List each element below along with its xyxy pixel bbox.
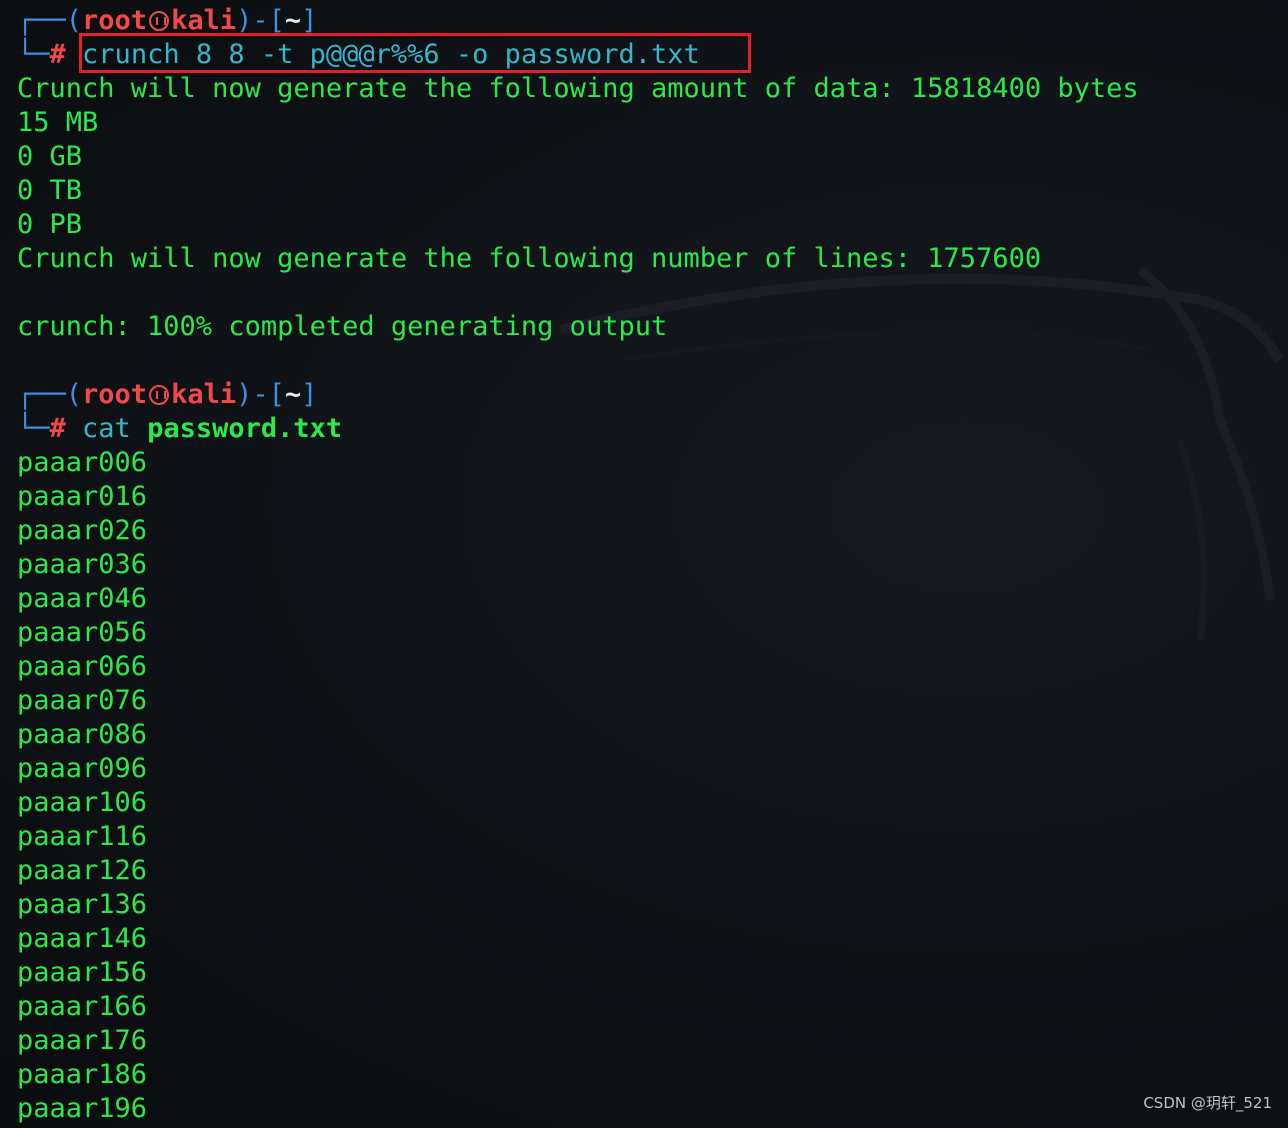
- password-line: paaar196: [17, 1093, 148, 1124]
- password-line: paaar086: [17, 719, 148, 750]
- password-line: paaar026: [17, 515, 148, 546]
- password-line: paaar096: [17, 753, 148, 784]
- prompt-user: root: [82, 379, 148, 410]
- csdn-watermark: CSDN @玥轩_521: [1143, 1094, 1272, 1112]
- prompt-corner: └─: [17, 413, 50, 444]
- terminal-content: ┌──(root kali)-[~] └─# crunch 8 8 -t p@@@…: [17, 4, 1288, 1126]
- prompt-bracket: ┌──(: [17, 5, 83, 36]
- password-line: paaar006: [17, 447, 148, 478]
- prompt-hash: #: [49, 413, 66, 444]
- prompt-host: kali: [171, 5, 237, 36]
- prompt-host: kali: [171, 379, 237, 410]
- password-line: paaar046: [17, 583, 148, 614]
- output-line: 0 GB: [17, 141, 83, 172]
- prompt-bracket: )-[: [236, 379, 285, 410]
- output-line: 0 TB: [17, 175, 83, 206]
- output-line: 0 PB: [17, 209, 83, 240]
- kali-skull-icon: [149, 385, 170, 405]
- kali-skull-icon: [149, 11, 170, 31]
- password-line: paaar186: [17, 1059, 148, 1090]
- prompt-corner: └─: [17, 39, 50, 70]
- prompt-hash: #: [49, 39, 66, 70]
- prompt-line-1: ┌──(root kali)-[~]: [17, 4, 1288, 38]
- prompt-cwd: ~: [284, 5, 302, 36]
- command-line-1[interactable]: └─# crunch 8 8 -t p@@@r%%6 -o password.t…: [17, 38, 1288, 72]
- password-line: paaar056: [17, 617, 148, 648]
- output-line: Crunch will now generate the following n…: [17, 243, 1042, 274]
- prompt-line-2: ┌──(root kali)-[~]: [17, 378, 1288, 412]
- password-line: paaar106: [17, 787, 148, 818]
- prompt-bracket: ]: [301, 5, 318, 36]
- password-line: paaar176: [17, 1025, 148, 1056]
- prompt-bracket: )-[: [236, 5, 285, 36]
- password-line: paaar076: [17, 685, 148, 716]
- password-line: paaar166: [17, 991, 148, 1022]
- crunch-command: crunch 8 8 -t p@@@r%%6 -o password.txt: [82, 39, 700, 70]
- terminal-window[interactable]: ┌──(root kali)-[~] └─# crunch 8 8 -t p@@@…: [0, 0, 1288, 1128]
- prompt-bracket: ┌──(: [17, 379, 83, 410]
- password-line: paaar146: [17, 923, 148, 954]
- password-line: paaar126: [17, 855, 148, 886]
- prompt-cwd: ~: [284, 379, 302, 410]
- cat-command: cat: [82, 413, 131, 444]
- password-line: paaar156: [17, 957, 148, 988]
- output-line: Crunch will now generate the following a…: [17, 73, 1139, 104]
- password-line: paaar066: [17, 651, 148, 682]
- password-line: paaar036: [17, 549, 148, 580]
- password-line: paaar016: [17, 481, 148, 512]
- output-line: crunch: 100% completed generating output: [17, 311, 668, 342]
- password-line: paaar116: [17, 821, 148, 852]
- password-line: paaar136: [17, 889, 148, 920]
- command-line-2[interactable]: └─# cat password.txt: [17, 412, 1288, 446]
- prompt-user: root: [82, 5, 148, 36]
- cat-argument: password.txt: [147, 413, 343, 444]
- output-line: 15 MB: [17, 107, 99, 138]
- prompt-bracket: ]: [301, 379, 318, 410]
